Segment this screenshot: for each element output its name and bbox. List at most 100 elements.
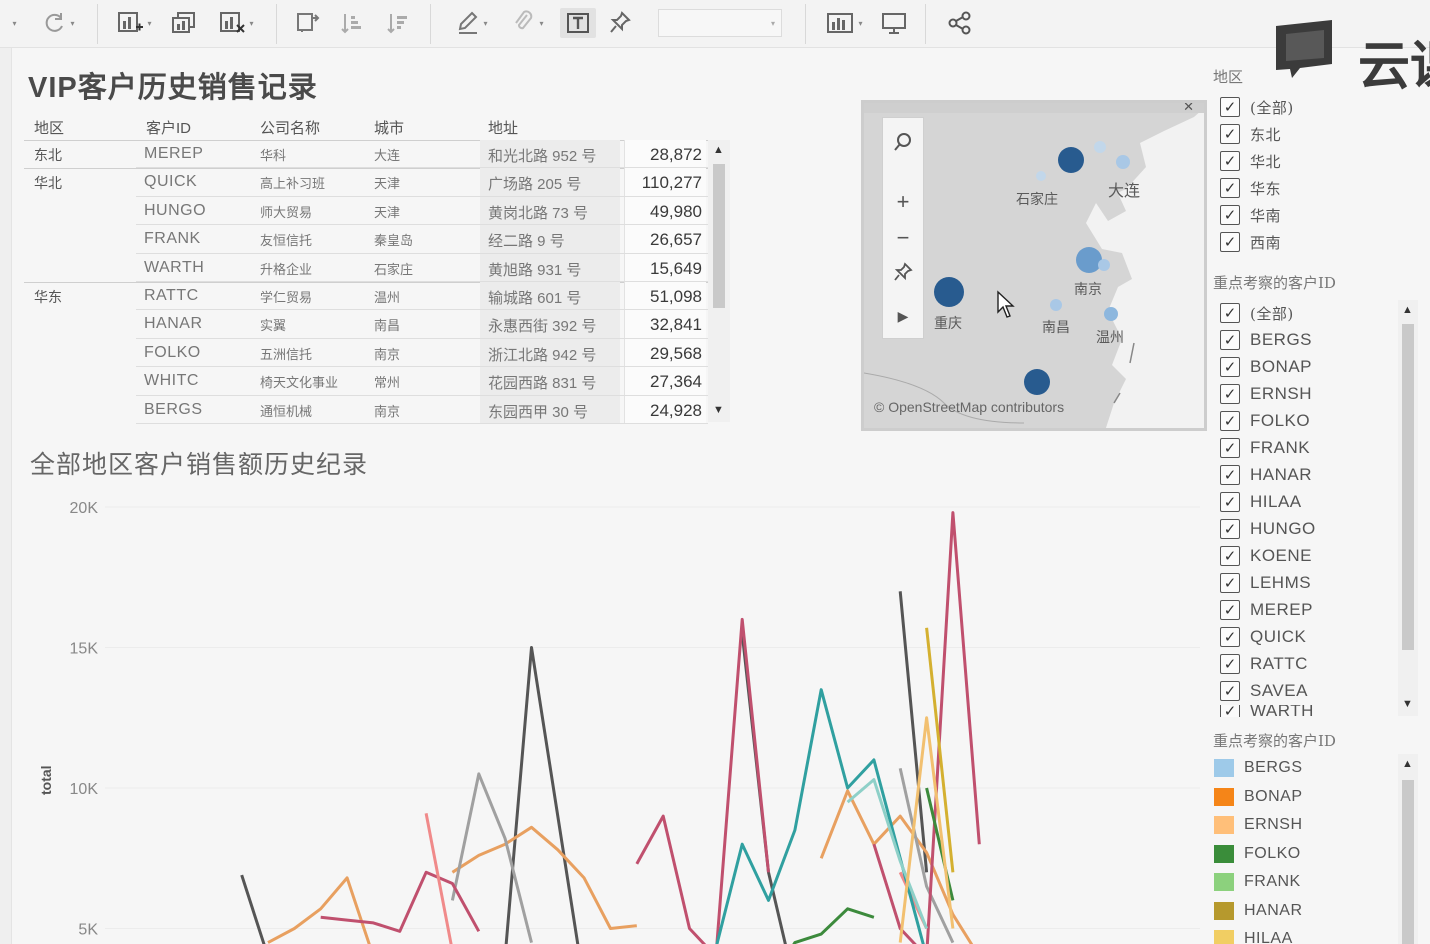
- checkbox-checked-icon[interactable]: ✓: [1220, 303, 1240, 323]
- show-labels-icon[interactable]: [560, 8, 596, 38]
- legend-item[interactable]: ERNSH: [1214, 812, 1303, 838]
- legend-item[interactable]: BONAP: [1214, 784, 1303, 810]
- header-region[interactable]: 地区: [34, 117, 64, 138]
- map-marker[interactable]: [1050, 299, 1062, 311]
- header-customer-id[interactable]: 客户ID: [146, 117, 191, 138]
- customer-filter-item[interactable]: ✓ MEREP: [1220, 597, 1313, 623]
- region-filter-item[interactable]: ✓ 西南: [1220, 229, 1281, 255]
- legend-item[interactable]: HILAA: [1214, 926, 1293, 944]
- checkbox-checked-icon[interactable]: ✓: [1220, 654, 1240, 674]
- table-row[interactable]: FRANK 友恒信托 秦皇岛 经二路 9 号 26,657: [24, 225, 708, 254]
- scroll-down-icon[interactable]: ▼: [1402, 698, 1413, 710]
- presentation-icon[interactable]: [878, 8, 910, 38]
- show-me-icon[interactable]: ▾: [818, 8, 870, 38]
- refresh-icon[interactable]: ▾: [34, 8, 82, 38]
- checkbox-checked-icon[interactable]: ✓: [1220, 178, 1240, 198]
- checkbox-checked-icon[interactable]: ✓: [1220, 573, 1240, 593]
- series-line[interactable]: [898, 716, 955, 943]
- sort-ascending-icon[interactable]: [336, 8, 368, 38]
- search-icon[interactable]: [883, 124, 923, 160]
- map-marker[interactable]: [1024, 369, 1050, 395]
- fit-select[interactable]: ▾: [658, 9, 782, 37]
- customer-filter-item[interactable]: ✓ BERGS: [1220, 327, 1312, 353]
- checkbox-checked-icon[interactable]: ✓: [1220, 384, 1240, 404]
- customer-filter-item[interactable]: ✓ HUNGO: [1220, 516, 1316, 542]
- map-marker[interactable]: [1104, 307, 1118, 321]
- series-line[interactable]: [715, 688, 927, 944]
- table-row[interactable]: BERGS 通恒机械 南京 东园西甲 30 号 24,928: [24, 395, 708, 424]
- customer-filter-item[interactable]: ✓ FRANK: [1220, 435, 1310, 461]
- dropdown-caret-icon[interactable]: ▾: [2, 8, 24, 38]
- header-company[interactable]: 公司名称: [260, 117, 320, 138]
- checkbox-checked-icon[interactable]: ✓: [1220, 627, 1240, 647]
- table-row[interactable]: WHITC 椅天文化事业 常州 花园西路 831 号 27,364: [24, 367, 708, 396]
- scroll-thumb[interactable]: [1402, 780, 1414, 944]
- map-marker[interactable]: [1116, 155, 1130, 169]
- checkbox-checked-icon[interactable]: ✓: [1220, 97, 1240, 117]
- checkbox-checked-icon[interactable]: ✓: [1220, 124, 1240, 144]
- region-filter-item[interactable]: ✓ 东北: [1220, 121, 1281, 147]
- legend-item[interactable]: FOLKO: [1214, 841, 1301, 867]
- new-worksheet-icon[interactable]: ▾: [108, 8, 160, 38]
- map-marker[interactable]: [1098, 259, 1110, 271]
- customer-filter-item[interactable]: ✓ FOLKO: [1220, 408, 1310, 434]
- series-line[interactable]: [320, 511, 981, 944]
- close-icon[interactable]: ✕: [1183, 103, 1194, 115]
- checkbox-checked-icon[interactable]: ✓: [1220, 546, 1240, 566]
- scroll-up-icon[interactable]: ▲: [1402, 758, 1413, 770]
- customer-map[interactable]: ✕ + − ▶ 石家庄 大连 南京 重庆 南昌 温州 © OpenStreetM…: [861, 100, 1207, 431]
- region-filter-item[interactable]: ✓ 华南: [1220, 202, 1281, 228]
- legend-scrollbar[interactable]: ▲: [1398, 754, 1418, 944]
- header-address[interactable]: 地址: [488, 117, 518, 138]
- legend-item[interactable]: HANAR: [1214, 898, 1303, 924]
- play-icon[interactable]: ▶: [883, 298, 923, 334]
- scroll-down-icon[interactable]: ▼: [713, 404, 724, 416]
- customer-filter-item[interactable]: ✓ WARTH: [1220, 705, 1314, 717]
- customer-filter-scrollbar[interactable]: ▲ ▼: [1398, 300, 1418, 716]
- checkbox-checked-icon[interactable]: ✓: [1220, 705, 1240, 717]
- sort-descending-icon[interactable]: [382, 8, 414, 38]
- legend-item[interactable]: BERGS: [1214, 755, 1303, 781]
- zoom-in-icon[interactable]: +: [883, 184, 923, 220]
- table-row[interactable]: 华北 QUICK 高上补习班 天津 广场路 205 号 110,277: [24, 168, 708, 197]
- map-marker[interactable]: [1036, 171, 1046, 181]
- checkbox-checked-icon[interactable]: ✓: [1220, 681, 1240, 701]
- pin-icon[interactable]: [604, 8, 636, 38]
- map-marker[interactable]: [1076, 247, 1102, 273]
- header-city[interactable]: 城市: [374, 117, 404, 138]
- checkbox-checked-icon[interactable]: ✓: [1220, 330, 1240, 350]
- checkbox-checked-icon[interactable]: ✓: [1220, 465, 1240, 485]
- map-marker[interactable]: [934, 277, 964, 307]
- map-marker[interactable]: [1094, 141, 1106, 153]
- table-scrollbar[interactable]: ▲ ▼: [708, 140, 730, 422]
- customer-filter-item[interactable]: ✓ RATTC: [1220, 651, 1308, 677]
- table-row[interactable]: 东北 MEREP 华科 大连 和光北路 952 号 28,872: [24, 140, 708, 169]
- duplicate-sheet-icon[interactable]: [168, 8, 200, 38]
- customer-filter-item[interactable]: ✓ LEHMS: [1220, 570, 1311, 596]
- zoom-out-icon[interactable]: −: [883, 220, 923, 256]
- customer-filter-item[interactable]: ✓ HILAA: [1220, 489, 1302, 515]
- checkbox-checked-icon[interactable]: ✓: [1220, 519, 1240, 539]
- customer-filter-item[interactable]: ✓ ERNSH: [1220, 381, 1312, 407]
- map-marker[interactable]: [1058, 147, 1084, 173]
- customer-filter-item[interactable]: ✓ BONAP: [1220, 354, 1312, 380]
- region-filter-item[interactable]: ✓ (全部): [1220, 94, 1294, 120]
- table-row[interactable]: HUNGO 师大贸易 天津 黄岗北路 73 号 49,980: [24, 196, 708, 226]
- clear-sheet-icon[interactable]: ▾: [210, 8, 262, 38]
- highlight-icon[interactable]: ▾: [448, 8, 496, 38]
- checkbox-checked-icon[interactable]: ✓: [1220, 438, 1240, 458]
- checkbox-checked-icon[interactable]: ✓: [1220, 232, 1240, 252]
- region-filter-item[interactable]: ✓ 华北: [1220, 148, 1281, 174]
- checkbox-checked-icon[interactable]: ✓: [1220, 205, 1240, 225]
- share-icon[interactable]: [944, 8, 976, 38]
- table-row[interactable]: WARTH 升格企业 石家庄 黄旭路 931 号 15,649: [24, 253, 708, 282]
- region-filter-item[interactable]: ✓ 华东: [1220, 175, 1281, 201]
- customer-filter-item[interactable]: ✓ QUICK: [1220, 624, 1306, 650]
- checkbox-checked-icon[interactable]: ✓: [1220, 151, 1240, 171]
- checkbox-checked-icon[interactable]: ✓: [1220, 492, 1240, 512]
- scroll-up-icon[interactable]: ▲: [713, 144, 724, 156]
- checkbox-checked-icon[interactable]: ✓: [1220, 411, 1240, 431]
- swap-axes-icon[interactable]: [290, 8, 324, 38]
- series-line[interactable]: [267, 789, 979, 944]
- scroll-up-icon[interactable]: ▲: [1402, 304, 1413, 316]
